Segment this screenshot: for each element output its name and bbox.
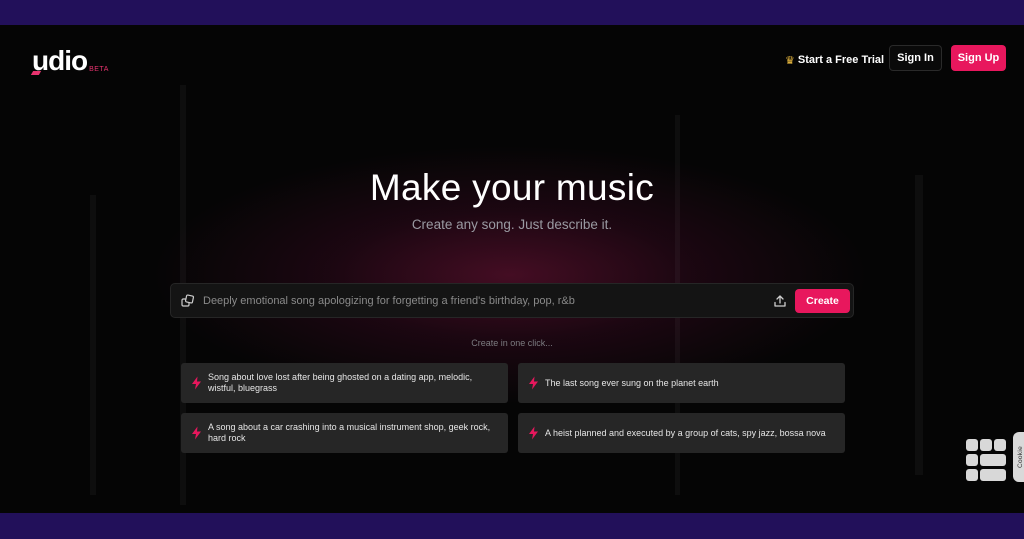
- prompt-bar: Create: [170, 283, 854, 318]
- extension-widget-icon[interactable]: [965, 438, 1007, 482]
- udio-landing-page: udio BETA ♛ Start a Free Trial Sign In S…: [0, 25, 1024, 513]
- bolt-icon: [529, 426, 538, 440]
- suggestion-text: The last song ever sung on the planet ea…: [545, 377, 719, 388]
- top-header: udio BETA ♛ Start a Free Trial Sign In S…: [0, 25, 1024, 95]
- start-free-trial-link[interactable]: ♛ Start a Free Trial: [785, 51, 884, 69]
- upload-icon[interactable]: [773, 294, 787, 308]
- suggestion-card[interactable]: The last song ever sung on the planet ea…: [518, 363, 845, 403]
- trial-label: Start a Free Trial: [797, 54, 885, 66]
- suggestion-text: A heist planned and executed by a group …: [545, 427, 826, 438]
- dice-icon[interactable]: [181, 294, 195, 308]
- cookie-settings-tab[interactable]: Cookie: [1013, 432, 1024, 482]
- browser-frame-bottom: [0, 513, 1024, 539]
- bolt-icon: [192, 426, 201, 440]
- browser-frame-top: [0, 0, 1024, 25]
- suggestions-heading: Create in one click...: [471, 338, 553, 348]
- sign-in-button[interactable]: Sign In: [889, 45, 942, 71]
- suggestion-card[interactable]: A heist planned and executed by a group …: [518, 413, 845, 453]
- sign-up-button[interactable]: Sign Up: [951, 45, 1006, 71]
- udio-logo[interactable]: udio BETA: [30, 47, 109, 75]
- bolt-icon: [529, 376, 538, 390]
- suggestion-card[interactable]: Song about love lost after being ghosted…: [181, 363, 508, 403]
- crown-icon: ♛: [785, 54, 795, 67]
- cookie-tab-label: Cookie: [1016, 445, 1024, 469]
- suggestion-card[interactable]: A song about a car crashing into a music…: [181, 413, 508, 453]
- create-button[interactable]: Create: [795, 289, 850, 313]
- bolt-icon: [192, 376, 201, 390]
- suggestion-text: A song about a car crashing into a music…: [208, 422, 491, 443]
- song-description-input[interactable]: [203, 292, 763, 310]
- beta-badge: BETA: [89, 66, 109, 73]
- suggestion-text: Song about love lost after being ghosted…: [208, 372, 473, 393]
- page-subtitle: Create any song. Just describe it.: [411, 217, 613, 232]
- page-title: Make your music: [369, 167, 655, 208]
